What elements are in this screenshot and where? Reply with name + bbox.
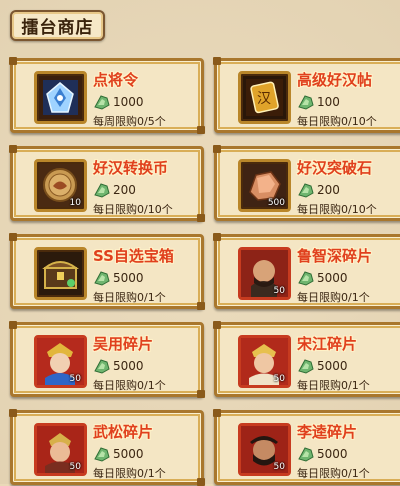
hero-portrait-icon: 50 xyxy=(238,335,291,388)
jade-currency-icon xyxy=(94,447,110,462)
shop-item-card[interactable]: 500 好汉突破石 200 每日限购0/10个 xyxy=(213,145,400,221)
item-name: 李逵碎片 xyxy=(297,423,358,441)
purchase-limit: 每日限购0/1个 xyxy=(297,291,370,304)
gold-card-icon: 汉 xyxy=(238,71,291,124)
hero-portrait-icon: 50 xyxy=(238,423,291,476)
jade-currency-icon xyxy=(298,447,314,462)
price-value: 5000 xyxy=(317,359,348,373)
item-name: 吴用碎片 xyxy=(93,335,154,353)
purchase-limit: 每日限购0/1个 xyxy=(297,379,370,392)
quantity-label: 50 xyxy=(273,374,285,384)
treasure-chest-icon xyxy=(34,247,87,300)
shop-item-card[interactable]: 50 鲁智深碎片 5000 每日限购0/1个 xyxy=(213,233,400,309)
price-row: 5000 xyxy=(93,445,144,463)
token-blue-icon xyxy=(34,71,87,124)
price-row: 100 xyxy=(297,93,340,111)
jade-currency-icon xyxy=(298,95,314,110)
price-value: 1000 xyxy=(113,95,144,109)
item-name: 点将令 xyxy=(93,71,139,89)
price-value: 100 xyxy=(317,95,340,109)
item-name: SS自选宝箱 xyxy=(93,247,174,265)
coin-icon: 10 xyxy=(34,159,87,212)
item-name: 高级好汉帖 xyxy=(297,71,373,89)
price-row: 5000 xyxy=(297,445,348,463)
shop-item-card[interactable]: 汉 高级好汉帖 100 每日限购0/10个 xyxy=(213,57,400,133)
price-row: 200 xyxy=(93,181,136,199)
item-name: 好汉转换币 xyxy=(93,159,169,177)
price-value: 5000 xyxy=(317,271,348,285)
hero-portrait-icon: 50 xyxy=(34,423,87,476)
price-row: 5000 xyxy=(93,357,144,375)
stone-icon: 500 xyxy=(238,159,291,212)
price-value: 200 xyxy=(317,183,340,197)
purchase-limit: 每日限购0/10个 xyxy=(93,203,173,216)
jade-currency-icon xyxy=(94,359,110,374)
quantity-label: 50 xyxy=(273,462,285,472)
shop-item-card[interactable]: 50 吴用碎片 5000 每日限购0/1个 xyxy=(9,321,205,398)
shop-item-card[interactable]: 50 武松碎片 5000 每日限购0/1个 xyxy=(9,409,205,486)
item-name: 鲁智深碎片 xyxy=(297,247,373,265)
price-value: 5000 xyxy=(317,447,348,461)
purchase-limit: 每日限购0/10个 xyxy=(297,203,377,216)
svg-text:汉: 汉 xyxy=(257,91,271,107)
purchase-limit: 每周限购0/5个 xyxy=(93,115,166,128)
price-row: 1000 xyxy=(93,93,144,111)
price-row: 5000 xyxy=(297,269,348,287)
shop-item-card[interactable]: SS自选宝箱 5000 每日限购0/1个 xyxy=(9,233,205,310)
purchase-limit: 每日限购0/1个 xyxy=(297,467,370,480)
price-value: 5000 xyxy=(113,359,144,373)
item-name: 武松碎片 xyxy=(93,423,154,441)
jade-currency-icon xyxy=(94,271,110,286)
price-row: 5000 xyxy=(297,357,348,375)
shop-item-card[interactable]: 点将令 1000 每周限购0/5个 xyxy=(9,57,205,134)
purchase-limit: 每日限购0/1个 xyxy=(93,379,166,392)
jade-currency-icon xyxy=(298,183,314,198)
quantity-label: 50 xyxy=(69,462,81,472)
price-value: 200 xyxy=(113,183,136,197)
quantity-label: 50 xyxy=(273,286,285,296)
item-name: 好汉突破石 xyxy=(297,159,373,177)
purchase-limit: 每日限购0/1个 xyxy=(93,467,166,480)
purchase-limit: 每日限购0/10个 xyxy=(297,115,377,128)
quantity-label: 10 xyxy=(69,198,81,208)
jade-currency-icon xyxy=(298,271,314,286)
price-row: 5000 xyxy=(93,269,144,287)
jade-currency-icon xyxy=(94,183,110,198)
purchase-limit: 每日限购0/1个 xyxy=(93,291,166,304)
jade-currency-icon xyxy=(298,359,314,374)
shop-item-card[interactable]: 50 宋江碎片 5000 每日限购0/1个 xyxy=(213,321,400,397)
shop-item-card[interactable]: 50 李逵碎片 5000 每日限购0/1个 xyxy=(213,409,400,485)
jade-currency-icon xyxy=(94,95,110,110)
quantity-label: 500 xyxy=(267,198,285,208)
item-name: 宋江碎片 xyxy=(297,335,358,353)
shop-item-card[interactable]: 10 好汉转换币 200 每日限购0/10个 xyxy=(9,145,205,222)
hero-portrait-icon: 50 xyxy=(238,247,291,300)
hero-portrait-icon: 50 xyxy=(34,335,87,388)
quantity-label: 50 xyxy=(69,374,81,384)
price-value: 5000 xyxy=(113,271,144,285)
price-row: 200 xyxy=(297,181,340,199)
price-value: 5000 xyxy=(113,447,144,461)
shop-title: 擂台商店 xyxy=(10,10,105,41)
